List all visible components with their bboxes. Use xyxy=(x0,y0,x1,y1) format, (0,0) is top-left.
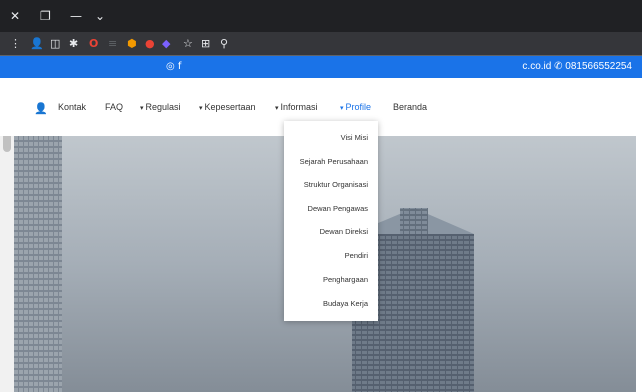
extension-orange-icon[interactable]: ⬢ xyxy=(127,37,137,51)
profile-icon[interactable]: 👤 xyxy=(30,37,44,51)
dropdown-item-pendiri[interactable]: Pendiri xyxy=(345,251,368,261)
restore-window-icon[interactable]: ❐ xyxy=(40,9,51,23)
dropdown-item-budaya-kerja[interactable]: Budaya Kerja xyxy=(323,299,368,309)
user-icon[interactable]: 👤 xyxy=(34,102,48,115)
dropdown-item-struktur-organisasi[interactable]: Struktur Organisasi xyxy=(304,180,368,190)
install-app-icon[interactable]: ⊞ xyxy=(201,37,210,51)
extension-record-icon[interactable]: ● xyxy=(145,37,155,51)
profile-dropdown-menu: Visi Misi Sejarah Perusahaan Struktur Or… xyxy=(284,121,378,321)
nav-profile-label: Profile xyxy=(345,102,372,112)
browser-toolbar: ⋮ 👤 ◫ ✱ O ≡ ⬢ ● ◆ ☆ ⊞ ⚲ xyxy=(0,32,642,56)
dropdown-item-penghargaan[interactable]: Penghargaan xyxy=(323,275,368,285)
nav-regulasi-label: Regulasi xyxy=(145,102,181,112)
tab-search-icon[interactable]: ⌄ xyxy=(95,9,105,23)
chevron-down-icon: ▾ xyxy=(199,104,203,112)
chevron-down-icon: ▾ xyxy=(340,104,344,112)
extension-red-icon[interactable]: O xyxy=(89,37,98,51)
minimize-window-icon[interactable]: — xyxy=(70,9,82,23)
bookmark-star-icon[interactable]: ☆ xyxy=(183,37,193,51)
dropdown-item-dewan-direksi[interactable]: Dewan Direksi xyxy=(320,227,368,237)
nav-informasi[interactable]: ▾ Informasi xyxy=(275,102,318,114)
extension-grey-icon[interactable]: ≡ xyxy=(108,37,117,51)
browser-titlebar: ✕ ❐ — ⌄ xyxy=(0,0,642,32)
nav-regulasi[interactable]: ▾ Regulasi xyxy=(140,102,181,114)
site-topbar: ◎ f c.co.id ✆ 081566552254 xyxy=(0,56,642,78)
dropdown-item-visi-misi[interactable]: Visi Misi xyxy=(341,133,368,143)
dropdown-item-sejarah-perusahaan[interactable]: Sejarah Perusahaan xyxy=(300,157,368,167)
chevron-down-icon: ▾ xyxy=(140,104,144,112)
contact-phone[interactable]: c.co.id ✆ 081566552254 xyxy=(522,61,632,73)
nav-kepesertaan[interactable]: ▾ Kepesertaan xyxy=(199,102,256,114)
split-view-icon[interactable]: ◫ xyxy=(50,37,60,51)
social-icons[interactable]: ◎ f xyxy=(166,61,181,73)
extension-purple-icon[interactable]: ◆ xyxy=(162,37,170,51)
nav-beranda[interactable]: Beranda xyxy=(393,102,427,113)
extensions-icon[interactable]: ✱ xyxy=(69,37,78,51)
zoom-search-icon[interactable]: ⚲ xyxy=(220,37,228,51)
nav-kontak[interactable]: Kontak xyxy=(58,102,86,113)
nav-profile[interactable]: ▾ Profile xyxy=(340,102,371,114)
nav-faq[interactable]: FAQ xyxy=(105,102,123,113)
nav-kepesertaan-label: Kepesertaan xyxy=(204,102,256,112)
close-window-icon[interactable]: ✕ xyxy=(10,9,20,23)
chevron-down-icon: ▾ xyxy=(275,104,279,112)
nav-informasi-label: Informasi xyxy=(280,102,318,112)
dropdown-item-dewan-pengawas[interactable]: Dewan Pengawas xyxy=(308,204,368,214)
browser-menu-icon[interactable]: ⋮ xyxy=(10,37,21,51)
